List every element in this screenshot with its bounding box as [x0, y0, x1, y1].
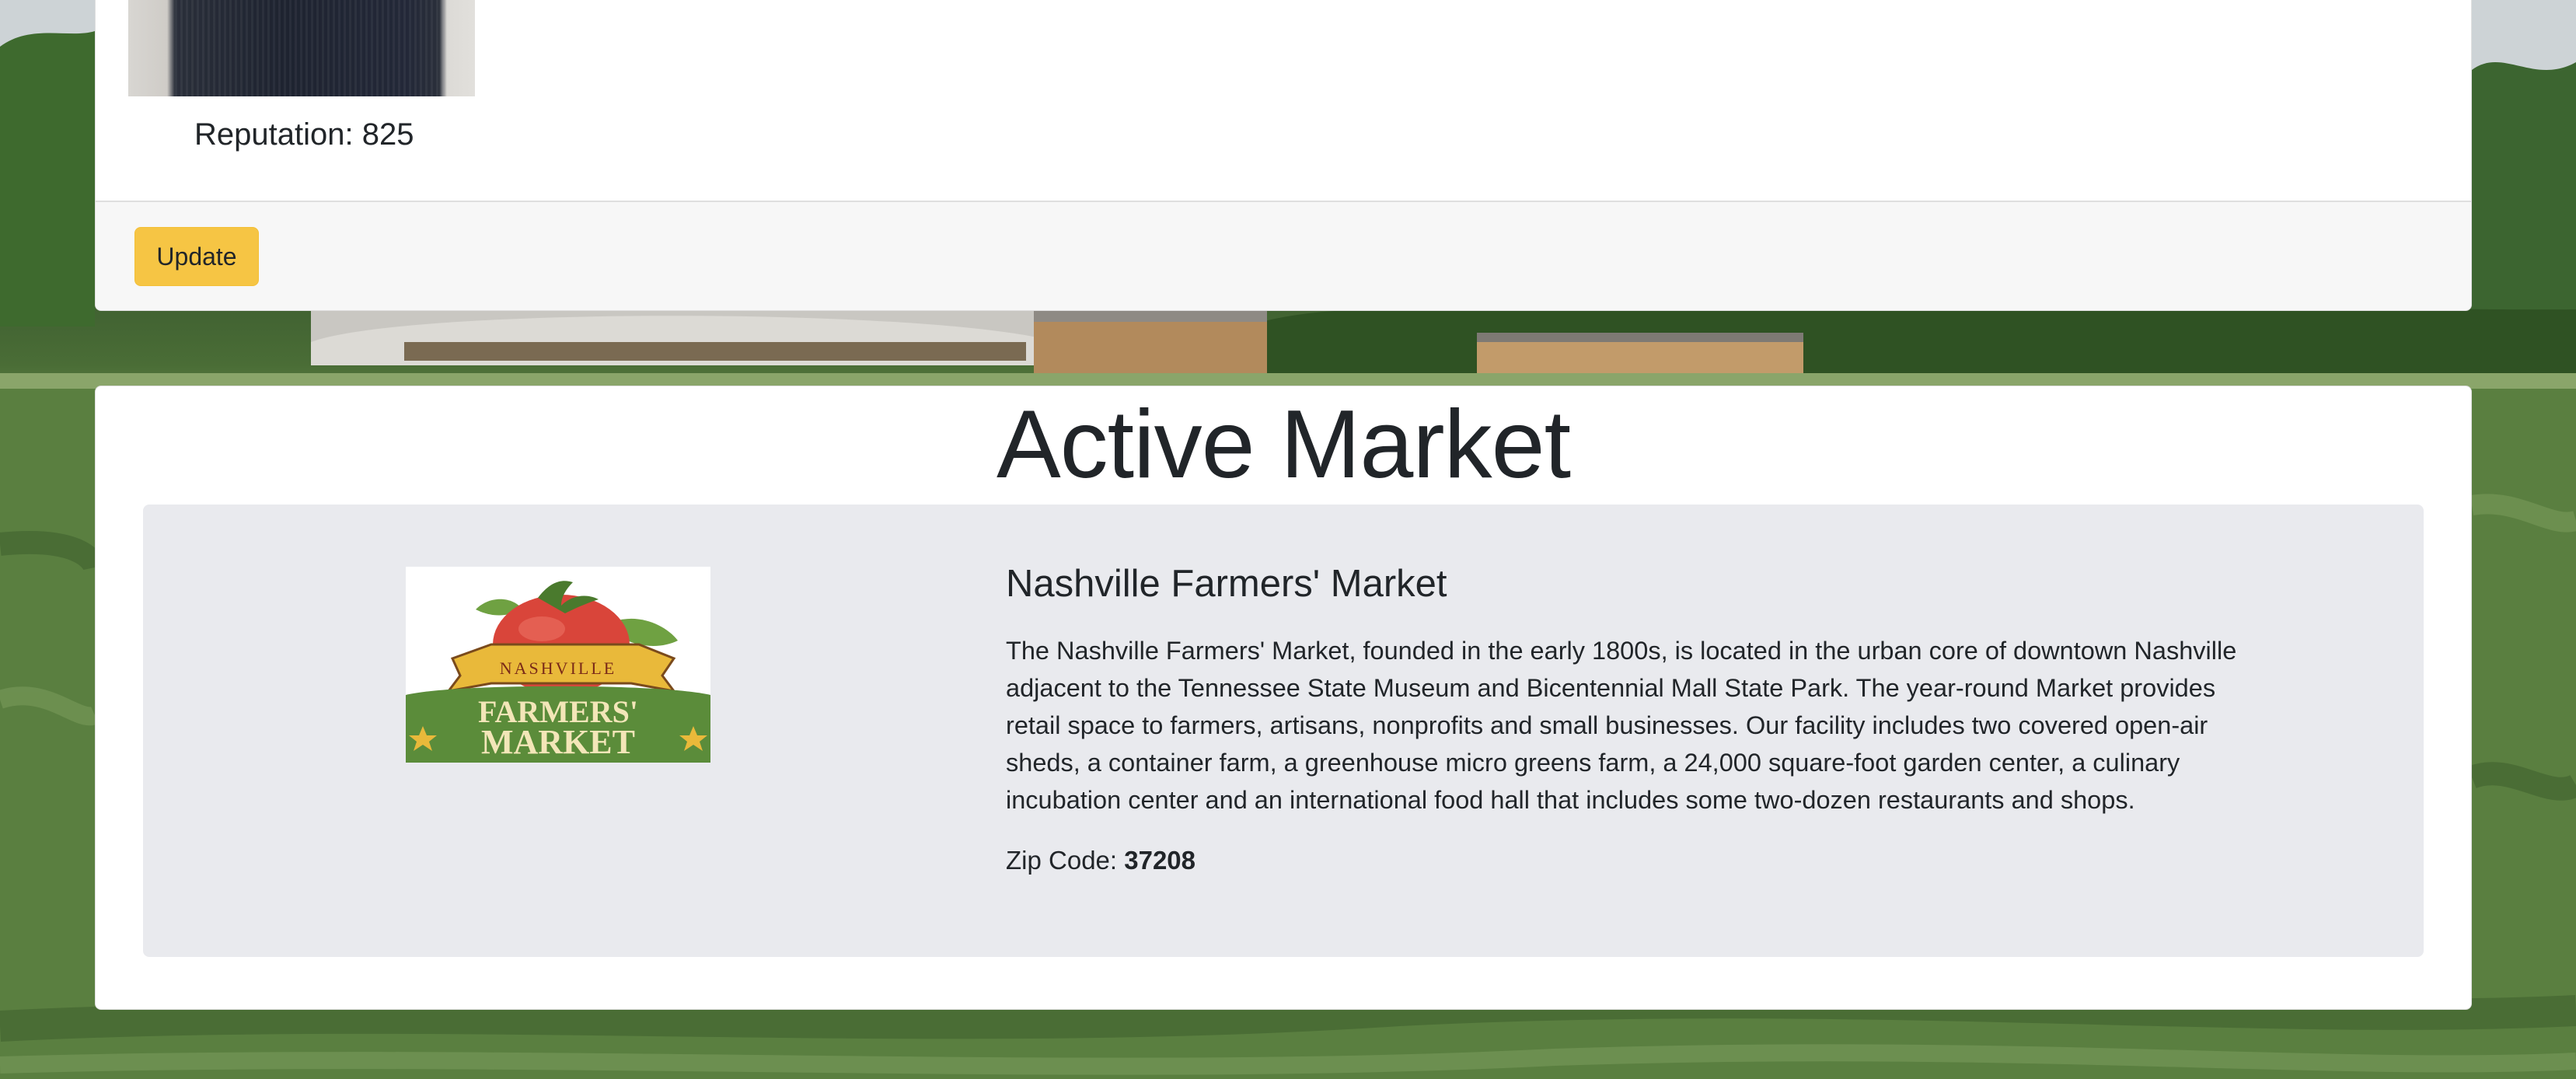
sweater-texture	[175, 0, 447, 96]
farmers-market-logo: NASHVILLE FARMERS' MARKET	[406, 581, 710, 763]
reputation-text: Reputation: 825	[194, 117, 414, 152]
section-title: Active Market	[996, 391, 1571, 498]
market-info: Nashville Farmers' Market The Nashville …	[1006, 559, 2250, 879]
update-button[interactable]: Update	[134, 227, 259, 286]
zip-code-label: Zip Code:	[1006, 846, 1125, 875]
logo-banner-text: NASHVILLE	[500, 658, 616, 678]
logo-line-2: MARKET	[481, 723, 635, 761]
market-logo-image: NASHVILLE FARMERS' MARKET	[406, 567, 710, 763]
zip-code-line: Zip Code: 37208	[1006, 842, 2250, 879]
zip-code-value: 37208	[1124, 846, 1196, 875]
profile-photo	[128, 0, 475, 96]
profile-card-footer: Update	[96, 201, 2471, 310]
market-name: Nashville Farmers' Market	[1006, 563, 1447, 605]
market-panel: NASHVILLE FARMERS' MARKET Nashville Farm…	[143, 505, 2424, 957]
active-market-card: Active Market NASHVILLE FARMERS' MARKET	[95, 386, 2472, 1010]
profile-card: Reputation: 825 Update	[95, 0, 2472, 311]
market-description: The Nashville Farmers' Market, founded i…	[1006, 637, 2237, 814]
